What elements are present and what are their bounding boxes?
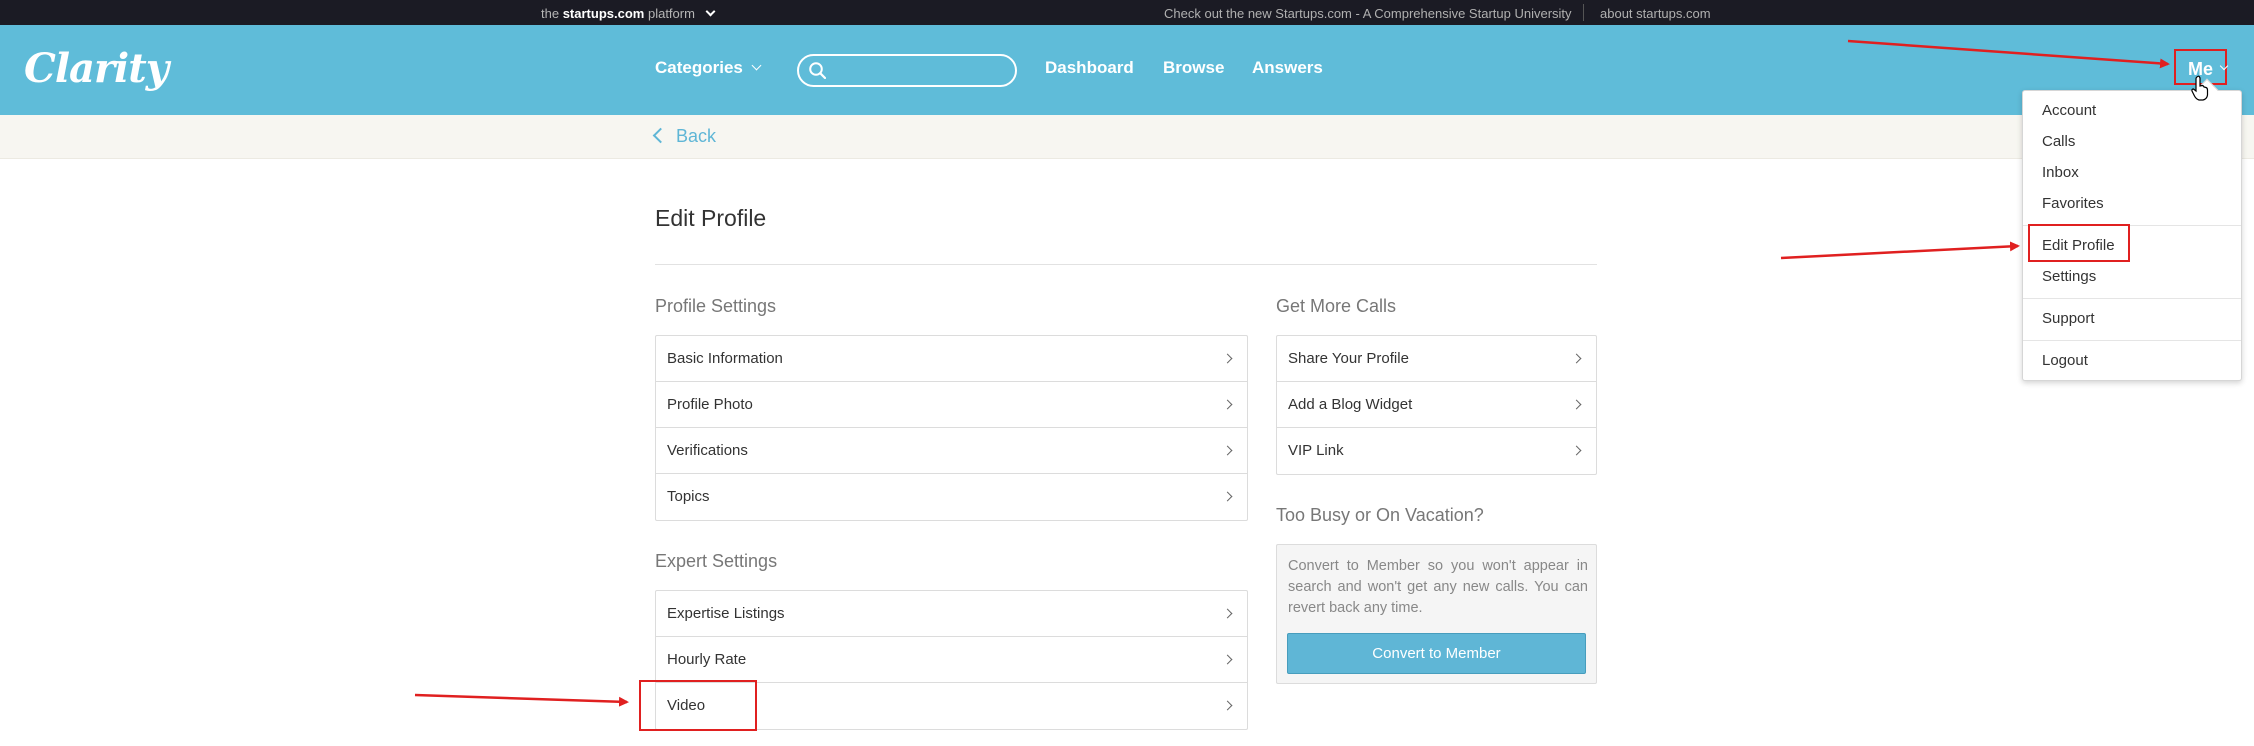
list-item-hourly-rate[interactable]: Hourly Rate bbox=[656, 637, 1247, 683]
get-more-calls-list: Share Your Profile Add a Blog Widget VIP… bbox=[1276, 335, 1597, 475]
list-item-vip-link[interactable]: VIP Link bbox=[1277, 428, 1596, 474]
section-title-expert-settings: Expert Settings bbox=[655, 551, 778, 571]
list-item-label: VIP Link bbox=[1288, 442, 1344, 459]
list-item-label: Verifications bbox=[667, 442, 748, 459]
platform-switcher[interactable]: the startups.com platform bbox=[541, 6, 716, 21]
platform-bar: the startups.com platform Check out the … bbox=[0, 0, 2254, 25]
chevron-left-icon bbox=[652, 127, 669, 144]
chevron-right-icon bbox=[1222, 399, 1233, 410]
nav-browse[interactable]: Browse bbox=[1163, 58, 1224, 78]
brand-prefix: the bbox=[541, 6, 560, 21]
menu-item-settings[interactable]: Settings bbox=[2042, 268, 2096, 285]
arrow-to-video bbox=[414, 693, 629, 707]
chevron-right-icon bbox=[1222, 445, 1233, 456]
categories-label: Categories bbox=[655, 58, 743, 77]
list-item-label: Basic Information bbox=[667, 350, 783, 367]
sub-bar: Back bbox=[0, 115, 2254, 159]
divider bbox=[2023, 298, 2241, 299]
profile-settings-list: Basic Information Profile Photo Verifica… bbox=[655, 335, 1248, 521]
chevron-down-icon bbox=[705, 6, 716, 17]
back-link[interactable]: Back bbox=[652, 126, 717, 147]
annotation-highlight-video bbox=[639, 680, 757, 731]
annotation-highlight-edit-profile bbox=[2028, 224, 2130, 262]
promo-link[interactable]: Check out the new Startups.com - A Compr… bbox=[1164, 6, 1572, 21]
section-title-profile-settings: Profile Settings bbox=[655, 296, 777, 316]
list-item-label: Add a Blog Widget bbox=[1288, 396, 1413, 413]
search-input[interactable] bbox=[835, 60, 1005, 81]
nav-answers[interactable]: Answers bbox=[1252, 58, 1323, 78]
menu-item-inbox[interactable]: Inbox bbox=[2042, 164, 2079, 181]
main-header: Clarity Categories Dashboard Browse Answ… bbox=[0, 25, 2254, 115]
list-item-label: Share Your Profile bbox=[1288, 350, 1409, 367]
section-title-vacation: Too Busy or On Vacation? bbox=[1276, 505, 1484, 525]
vacation-description: Convert to Member so you won't appear in… bbox=[1288, 558, 1588, 616]
menu-item-favorites[interactable]: Favorites bbox=[2042, 195, 2104, 212]
mouse-cursor-icon bbox=[2191, 75, 2209, 101]
chevron-right-icon bbox=[1222, 353, 1233, 364]
list-item-basic-information[interactable]: Basic Information bbox=[656, 336, 1247, 382]
back-label: Back bbox=[676, 126, 717, 146]
chevron-right-icon bbox=[1222, 654, 1233, 665]
convert-to-member-button[interactable]: Convert to Member bbox=[1287, 633, 1586, 674]
list-item-topics[interactable]: Topics bbox=[656, 474, 1247, 520]
chevron-right-icon bbox=[1571, 399, 1582, 410]
chevron-right-icon bbox=[1222, 700, 1233, 711]
brand-suffix: platform bbox=[647, 6, 695, 21]
page-title: Edit Profile bbox=[655, 205, 767, 231]
list-item-label: Hourly Rate bbox=[667, 651, 747, 668]
divider bbox=[2023, 340, 2241, 341]
categories-menu[interactable]: Categories bbox=[655, 58, 762, 78]
list-item-add-a-blog-widget[interactable]: Add a Blog Widget bbox=[1277, 382, 1596, 428]
list-item-profile-photo[interactable]: Profile Photo bbox=[656, 382, 1247, 428]
menu-item-calls[interactable]: Calls bbox=[2042, 133, 2075, 150]
nav-dashboard[interactable]: Dashboard bbox=[1045, 58, 1134, 78]
list-item-label: Profile Photo bbox=[667, 396, 753, 413]
section-title-get-more-calls: Get More Calls bbox=[1276, 296, 1397, 316]
menu-item-logout[interactable]: Logout bbox=[2042, 352, 2088, 369]
menu-item-support[interactable]: Support bbox=[2042, 310, 2095, 327]
list-item-label: Expertise Listings bbox=[667, 605, 785, 622]
divider bbox=[655, 264, 1597, 265]
about-link[interactable]: about startups.com bbox=[1600, 6, 1711, 21]
vacation-panel: Convert to Member so you won't appear in… bbox=[1276, 544, 1597, 684]
chevron-right-icon bbox=[1571, 353, 1582, 364]
chevron-right-icon bbox=[1222, 491, 1233, 502]
menu-item-account[interactable]: Account bbox=[2042, 102, 2096, 119]
list-item-verifications[interactable]: Verifications bbox=[656, 428, 1247, 474]
chevron-right-icon bbox=[1222, 608, 1233, 619]
search-box[interactable] bbox=[797, 54, 1017, 87]
arrow-to-edit-profile bbox=[1780, 241, 2020, 260]
logo[interactable]: Clarity bbox=[24, 45, 169, 92]
list-item-expertise-listings[interactable]: Expertise Listings bbox=[656, 591, 1247, 637]
chevron-down-icon bbox=[751, 60, 762, 71]
list-item-label: Topics bbox=[667, 488, 710, 505]
list-item-share-your-profile[interactable]: Share Your Profile bbox=[1277, 336, 1596, 382]
chevron-right-icon bbox=[1571, 445, 1582, 456]
divider bbox=[1583, 4, 1584, 21]
brand-name: startups.com bbox=[562, 6, 645, 21]
search-icon bbox=[809, 62, 826, 79]
